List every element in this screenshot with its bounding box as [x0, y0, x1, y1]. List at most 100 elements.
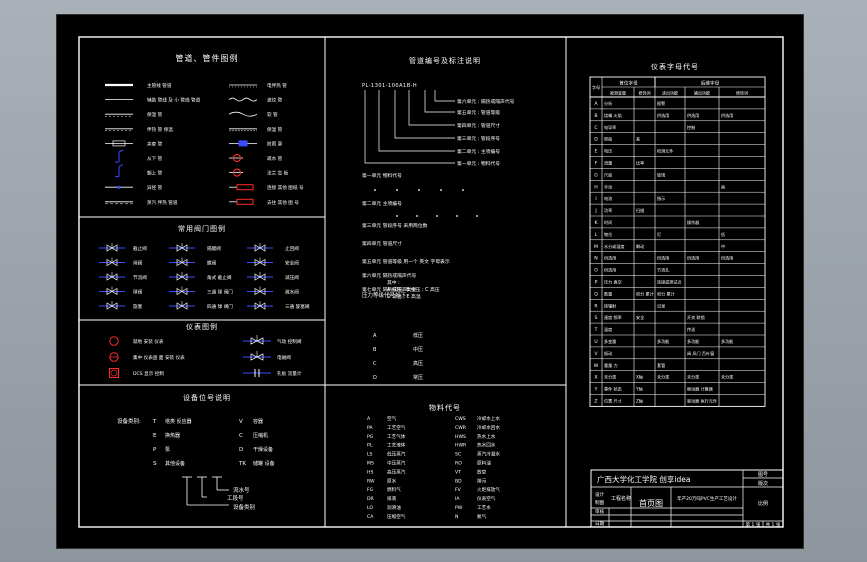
title-block-total: 共 1 张	[766, 521, 781, 528]
equipment-code-mark: P	[153, 447, 157, 453]
table-cell: X	[594, 375, 597, 381]
valve-symbol	[169, 301, 195, 310]
table-cell: Z	[594, 399, 597, 405]
table-cell: 振动	[604, 350, 612, 356]
table-cell: 驱动器 执行元件	[687, 398, 717, 404]
equipment-code-right-label: 容器	[253, 418, 263, 425]
pressure-legend-value: 高压	[413, 360, 423, 367]
pipe-symbol-right-label: 防雨 罩	[267, 140, 283, 147]
pipe-symbol-left	[115, 164, 124, 178]
note-dot	[456, 215, 458, 217]
instrument-right-label: 气动 控制阀	[277, 338, 302, 345]
instrument-rows: 就地 安装 仪表集中 仪表盘 面 安装 仪表 DCS 显示 控制 气动 控制阀电磁阀…	[109, 335, 302, 378]
title-block-school: 广西大学化工学院 创享idea	[597, 474, 690, 484]
pipe-symbol-right	[228, 97, 258, 102]
pipe-code-callout: 第三单元 : 管段序号	[457, 135, 500, 142]
valve-symbol	[169, 272, 195, 281]
panel-instruments: 仪表图例 就地 安装 仪表集中 仪表盘 面 安装 仪表 DCS 显示 控制 气动 控…	[109, 322, 302, 378]
table-header-col: 修饰词	[639, 90, 651, 96]
material-name-right: 热水上水	[477, 433, 496, 440]
pipe-symbol-right	[229, 84, 257, 88]
drawing-canvas: 管道、管件图例 主管线 管道辅助 管线 及 小 管线 管道保温 管伴热 管 保温…	[78, 36, 784, 528]
table-cell: 扫描	[636, 207, 644, 213]
title-block-drawing-no: 图号	[758, 472, 768, 478]
panel-pipe-code: 管道编号及标注说明 PL-1301-100A1B-H 第六单元 : 隔热或隔声代…	[362, 56, 515, 381]
material-code-right: FV	[455, 487, 462, 493]
table-cell: 密度	[604, 136, 612, 142]
table-cell: 速度 频率	[604, 314, 622, 320]
valve-label: 角式 截止阀	[207, 274, 232, 281]
material-code-left: CA	[367, 514, 374, 520]
table-cell: 传送	[687, 326, 695, 332]
material-name-left: 排液	[387, 495, 397, 502]
pipe-code-note: 第三单元 管段序号 采用两位数	[362, 222, 428, 229]
pipe-code-title: 管道编号及标注说明	[409, 56, 481, 65]
material-name-right: 冷却水上水	[477, 415, 500, 422]
valve-symbol	[169, 286, 195, 296]
pipe-symbol-right	[229, 184, 254, 191]
material-code-left: PG	[367, 434, 374, 440]
valve-symbol	[99, 257, 125, 267]
table-cell: 积分 累计	[657, 290, 675, 296]
valve-symbol	[247, 272, 273, 281]
table-cell: 多功能	[721, 338, 733, 344]
table-cell: 温度	[604, 326, 612, 332]
table-cell: 尺度	[604, 171, 612, 177]
table-cell: 时间	[604, 219, 612, 225]
material-name-left: 润滑油	[387, 504, 401, 511]
valve-symbol	[99, 243, 125, 252]
table-cell: S	[595, 315, 598, 321]
table-cell: J	[594, 208, 596, 214]
note-dot	[416, 215, 418, 217]
material-name-left: 中压蒸汽	[387, 460, 406, 467]
pipe-code-callout: 第一单元 : 物料代号	[457, 160, 500, 167]
pipe-symbol-left	[105, 113, 133, 117]
table-cell: Y	[594, 387, 598, 393]
table-cell: 多功能	[657, 338, 669, 344]
note-dot	[436, 215, 438, 217]
table-cell: Y轴	[635, 386, 643, 392]
table-header-col: 被测变量	[610, 90, 626, 96]
title-block: 广西大学化工学院 创享idea 工程名称 首页图 年产20万吨PVC生产工艺设计…	[590, 469, 784, 528]
instrument-symbol-left	[109, 352, 119, 362]
material-code-right: IA	[455, 496, 460, 502]
equipment-code-tree	[182, 476, 229, 506]
pressure-legend-key: C	[373, 361, 377, 367]
material-code-right: N	[455, 514, 458, 520]
material-code-left: PA	[367, 425, 373, 431]
pipe-symbol-rows: 主管线 管道辅助 管线 及 小 管线 管道保温 管伴热 管 保温夹套 管从下 管…	[105, 82, 304, 206]
table-cell: I	[595, 196, 596, 202]
equipment-code-mark: TK	[238, 461, 246, 467]
table-cell: 未分类	[604, 374, 616, 380]
valve-label: 三通 旋塞阀	[285, 303, 310, 310]
pipe-code-leaders	[364, 90, 455, 164]
valve-symbol	[99, 301, 125, 310]
table-cell: 安全	[636, 314, 644, 320]
pressure-legend-value: 常压	[413, 374, 423, 381]
pipe-symbol-right	[229, 140, 257, 147]
table-cell: T	[594, 327, 598, 333]
material-name-right: 冷却水回水	[477, 424, 500, 431]
tree-label-section: 工段号	[227, 494, 244, 502]
valve-label: 疏水阀	[285, 289, 299, 296]
valve-symbol	[247, 301, 273, 310]
panel-valves: 常用阀门图例 截止阀闸阀节流阀球阀旋塞 隔膜阀蝶阀角式 截止阀三通 球 阀门四通 …	[99, 224, 310, 310]
equipment-code-mark: V	[239, 419, 243, 425]
material-name-left: 低压蒸汽	[387, 451, 406, 458]
table-cell: 重量 力	[604, 362, 618, 368]
equipment-prefix: 设备类别:	[117, 417, 141, 425]
table-cell: 比率	[636, 160, 644, 166]
pressure-legend-key: A	[373, 333, 377, 339]
title-block-labels: 设计制图审核日期	[595, 491, 605, 527]
note-dot	[396, 189, 398, 191]
pipe-symbol-right-label: 连接 其他 图纸 号	[267, 184, 304, 191]
instrument-right-label: 电磁阀	[277, 354, 291, 361]
material-code-right: HWR	[455, 443, 467, 449]
table-cell: H	[594, 184, 597, 190]
instrument-symbol-right	[243, 335, 271, 345]
title-block-drawing-title: 首页图	[639, 498, 663, 508]
table-cell: 指示	[657, 195, 665, 201]
pressure-legend-value: 中压	[413, 346, 423, 353]
pipe-symbol-right-label: 法兰 盲 板	[267, 170, 289, 177]
table-cell: 供选用	[721, 112, 733, 118]
